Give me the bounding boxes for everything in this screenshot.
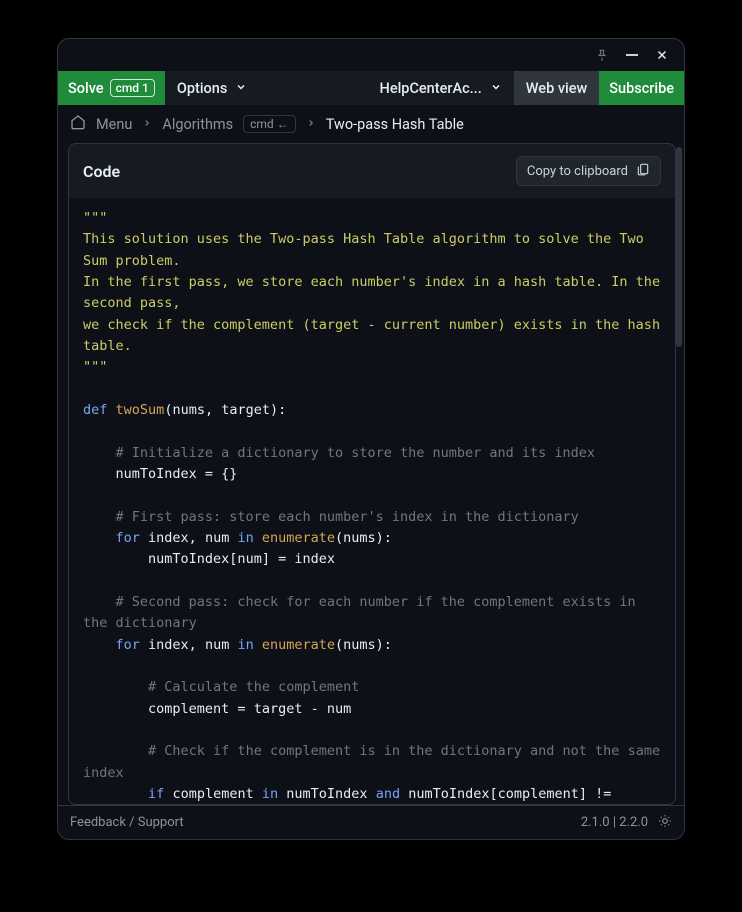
web-view-button[interactable]: Web view [514, 71, 599, 105]
code-block[interactable]: """ This solution uses the Two-pass Hash… [69, 198, 675, 804]
breadcrumb-algorithms[interactable]: Algorithms [162, 116, 233, 133]
subscribe-button[interactable]: Subscribe [599, 71, 684, 105]
card-title: Code [83, 162, 120, 181]
options-dropdown[interactable]: Options [165, 71, 259, 105]
web-view-label: Web view [526, 80, 587, 97]
breadcrumb-menu[interactable]: Menu [96, 116, 132, 133]
help-center-label: HelpCenterAc... [380, 80, 482, 97]
chevron-down-icon [490, 81, 502, 96]
pin-icon[interactable] [594, 47, 610, 63]
back-shortcut-badge: cmd ← [243, 115, 296, 133]
breadcrumb-current: Two-pass Hash Table [326, 116, 464, 133]
chevron-down-icon [235, 81, 247, 96]
code-card: Code Copy to clipboard """ This solution… [68, 143, 676, 805]
titlebar [58, 39, 684, 71]
copy-label: Copy to clipboard [527, 164, 628, 179]
topbar: Solve cmd 1 Options HelpCenterAc... Web … [58, 71, 684, 105]
content-area: Code Copy to clipboard """ This solution… [58, 143, 684, 805]
solve-label: Solve [68, 80, 104, 97]
version-label: 2.1.0 | 2.2.0 [581, 815, 648, 830]
chevron-right-icon [306, 117, 316, 131]
app-window: Solve cmd 1 Options HelpCenterAc... Web … [57, 38, 685, 840]
close-button[interactable] [654, 47, 670, 63]
help-center-dropdown[interactable]: HelpCenterAc... [368, 71, 514, 105]
scrollbar[interactable] [676, 147, 682, 347]
chevron-right-icon [142, 117, 152, 131]
copy-to-clipboard-button[interactable]: Copy to clipboard [516, 156, 661, 186]
solve-button[interactable]: Solve cmd 1 [58, 71, 165, 105]
theme-toggle-icon[interactable] [658, 814, 672, 832]
footer: Feedback / Support 2.1.0 | 2.2.0 [58, 805, 684, 839]
options-label: Options [177, 80, 227, 97]
solve-shortcut-badge: cmd 1 [110, 79, 155, 97]
clipboard-icon [636, 162, 650, 180]
minimize-button[interactable] [624, 47, 640, 63]
card-header: Code Copy to clipboard [69, 144, 675, 198]
breadcrumb: Menu Algorithms cmd ← Two-pass Hash Tabl… [58, 105, 684, 143]
subscribe-label: Subscribe [609, 80, 674, 97]
home-icon[interactable] [70, 114, 86, 134]
feedback-link[interactable]: Feedback / Support [70, 815, 184, 830]
